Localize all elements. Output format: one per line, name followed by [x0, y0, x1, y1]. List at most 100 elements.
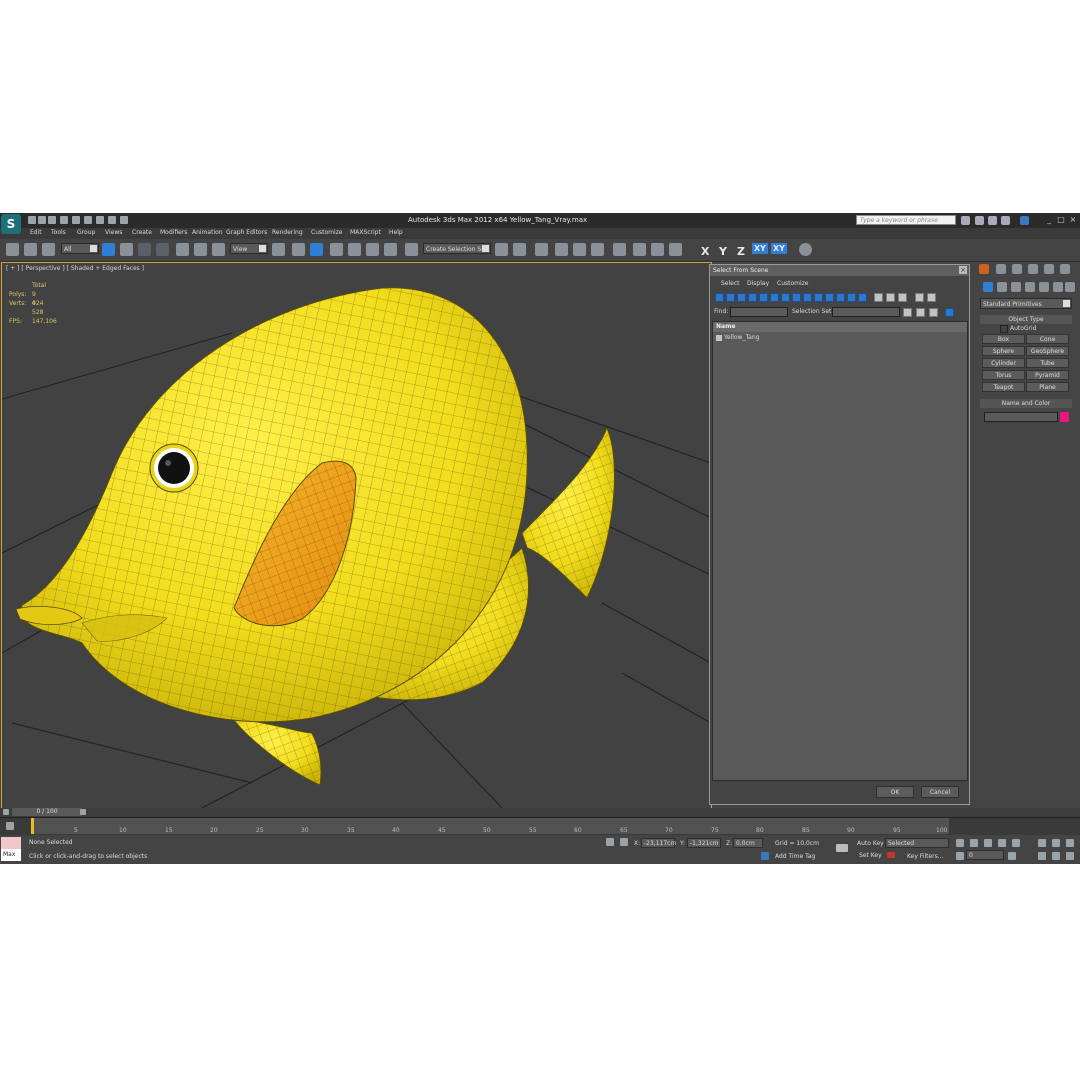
cancel-button[interactable]: Cancel — [921, 786, 959, 798]
dialog-menu-select[interactable]: Select — [721, 280, 740, 287]
maximize-button[interactable]: □ — [1056, 215, 1066, 225]
menu-tools[interactable]: Tools — [51, 229, 66, 236]
open-file-icon[interactable] — [38, 216, 46, 224]
time-slider[interactable]: 0 / 100 — [12, 808, 82, 816]
go-to-end-icon[interactable] — [1012, 839, 1020, 847]
systems-category-icon[interactable] — [1065, 282, 1075, 292]
mini-curve-editor-icon[interactable] — [6, 822, 14, 830]
curve-editor-icon[interactable] — [573, 243, 586, 256]
help-icon[interactable] — [1020, 216, 1029, 225]
menu-rendering[interactable]: Rendering — [272, 229, 303, 236]
autogrid-checkbox[interactable] — [1000, 325, 1008, 333]
axis-x-button[interactable]: X — [701, 245, 709, 258]
named-selection-dropdown[interactable]: Create Selection Se — [423, 243, 491, 254]
sort-icon[interactable] — [927, 293, 936, 302]
rotate-icon[interactable] — [194, 243, 207, 256]
search-input[interactable]: Type a keyword or phrase — [856, 215, 956, 225]
name-and-color-rollout[interactable]: Name and Color — [980, 399, 1072, 408]
angle-snap-icon[interactable] — [348, 243, 361, 256]
spacewarps-category-icon[interactable] — [1053, 282, 1063, 292]
menu-edit[interactable]: Edit — [30, 229, 42, 236]
filter-icon[interactable] — [915, 293, 924, 302]
rectangular-selection-icon[interactable] — [138, 243, 151, 256]
viewport-settings-icon[interactable] — [799, 243, 812, 256]
menu-animation[interactable]: Animation — [192, 229, 223, 236]
maxscript-listener-pink[interactable] — [1, 837, 21, 849]
add-time-tag[interactable]: Add Time Tag — [775, 853, 815, 860]
binoculars-icon[interactable] — [961, 216, 970, 225]
previous-key-icon[interactable] — [970, 839, 978, 847]
hold-icon[interactable] — [84, 216, 92, 224]
minimize-button[interactable]: _ — [1044, 215, 1054, 225]
maximize-viewport-icon[interactable] — [1066, 852, 1074, 860]
create-tab-icon[interactable] — [979, 264, 989, 274]
object-name-input[interactable] — [984, 412, 1058, 422]
hierarchy-tab-icon[interactable] — [1012, 264, 1022, 274]
display-groups-icon[interactable] — [781, 293, 790, 302]
axis-xy-plane-button[interactable]: XY — [771, 243, 787, 254]
render-production-icon[interactable] — [669, 243, 682, 256]
select-object-icon[interactable] — [102, 243, 115, 256]
next-frame-icon[interactable] — [80, 809, 86, 815]
torus-button[interactable]: Torus — [982, 370, 1025, 380]
go-to-start-icon[interactable] — [956, 839, 964, 847]
cameras-category-icon[interactable] — [1025, 282, 1035, 292]
pan-view-icon[interactable] — [1052, 852, 1060, 860]
y-coordinate-field[interactable]: -1,321cm — [687, 838, 721, 848]
rendered-frame-window-icon[interactable] — [651, 243, 664, 256]
key-filters-button[interactable]: Key Filters... — [907, 853, 944, 860]
zoom-all-icon[interactable] — [1052, 839, 1060, 847]
modify-tab-icon[interactable] — [996, 264, 1006, 274]
dialog-close-icon[interactable]: × — [959, 266, 967, 274]
scale-icon[interactable] — [212, 243, 225, 256]
motion-tab-icon[interactable] — [1028, 264, 1038, 274]
menu-views[interactable]: Views — [105, 229, 122, 236]
timeline-ruler[interactable]: 5 10 15 20 25 30 35 40 45 50 55 60 65 70… — [31, 818, 949, 834]
selection-filter-dropdown[interactable]: All — [61, 243, 99, 254]
select-invert-icon[interactable] — [898, 293, 907, 302]
shapes-category-icon[interactable] — [997, 282, 1007, 292]
prev-frame-icon[interactable] — [3, 809, 9, 815]
spinner-snap-icon[interactable] — [384, 243, 397, 256]
perspective-viewport[interactable]: [ + ] [ Perspective ] [ Shaded + Edged F… — [1, 262, 712, 809]
geosphere-button[interactable]: GeoSphere — [1026, 346, 1069, 356]
key-mode-dropdown[interactable]: Selected — [885, 838, 949, 848]
select-and-link-icon[interactable] — [6, 243, 19, 256]
z-coordinate-field[interactable]: 0,0cm — [733, 838, 763, 848]
field-of-view-icon[interactable] — [1038, 852, 1046, 860]
key-icon[interactable] — [836, 844, 848, 852]
pyramid-button[interactable]: Pyramid — [1026, 370, 1069, 380]
time-cursor[interactable] — [31, 818, 34, 834]
display-hidden-icon[interactable] — [836, 293, 845, 302]
axis-y-button[interactable]: Y — [719, 245, 727, 258]
lock-selection-icon[interactable] — [606, 838, 614, 846]
reference-coordinate-dropdown[interactable]: View — [230, 243, 268, 254]
absolute-mode-icon[interactable] — [620, 838, 628, 846]
axis-z-button[interactable]: Z — [737, 245, 745, 258]
maxscript-mini-listener[interactable]: Max — [1, 849, 21, 861]
selection-set-dropdown[interactable] — [832, 307, 900, 317]
zoom-extents-icon[interactable] — [1066, 839, 1074, 847]
display-xrefs-icon[interactable] — [792, 293, 801, 302]
select-and-manipulate-icon[interactable] — [292, 243, 305, 256]
bind-to-space-warp-icon[interactable] — [42, 243, 55, 256]
box-button[interactable]: Box — [982, 334, 1025, 344]
render-setup-icon[interactable] — [633, 243, 646, 256]
edit-named-selection-icon[interactable] — [405, 243, 418, 256]
dialog-menu-customize[interactable]: Customize — [777, 280, 809, 287]
find-input[interactable] — [730, 307, 788, 317]
favorites-star-icon[interactable] — [1001, 216, 1010, 225]
schematic-view-icon[interactable] — [591, 243, 604, 256]
menu-create[interactable]: Create — [132, 229, 152, 236]
percent-snap-icon[interactable] — [366, 243, 379, 256]
close-window-button[interactable]: × — [1068, 215, 1078, 225]
display-cameras-icon[interactable] — [748, 293, 757, 302]
display-containers-icon[interactable] — [814, 293, 823, 302]
viewport-label[interactable]: [ + ] [ Perspective ] [ Shaded + Edged F… — [6, 265, 144, 272]
cylinder-button[interactable]: Cylinder — [982, 358, 1025, 368]
helpers-category-icon[interactable] — [1039, 282, 1049, 292]
align-icon[interactable] — [513, 243, 526, 256]
select-all-icon[interactable] — [874, 293, 883, 302]
sync-selection-icon[interactable] — [945, 308, 954, 317]
plane-button[interactable]: Plane — [1026, 382, 1069, 392]
